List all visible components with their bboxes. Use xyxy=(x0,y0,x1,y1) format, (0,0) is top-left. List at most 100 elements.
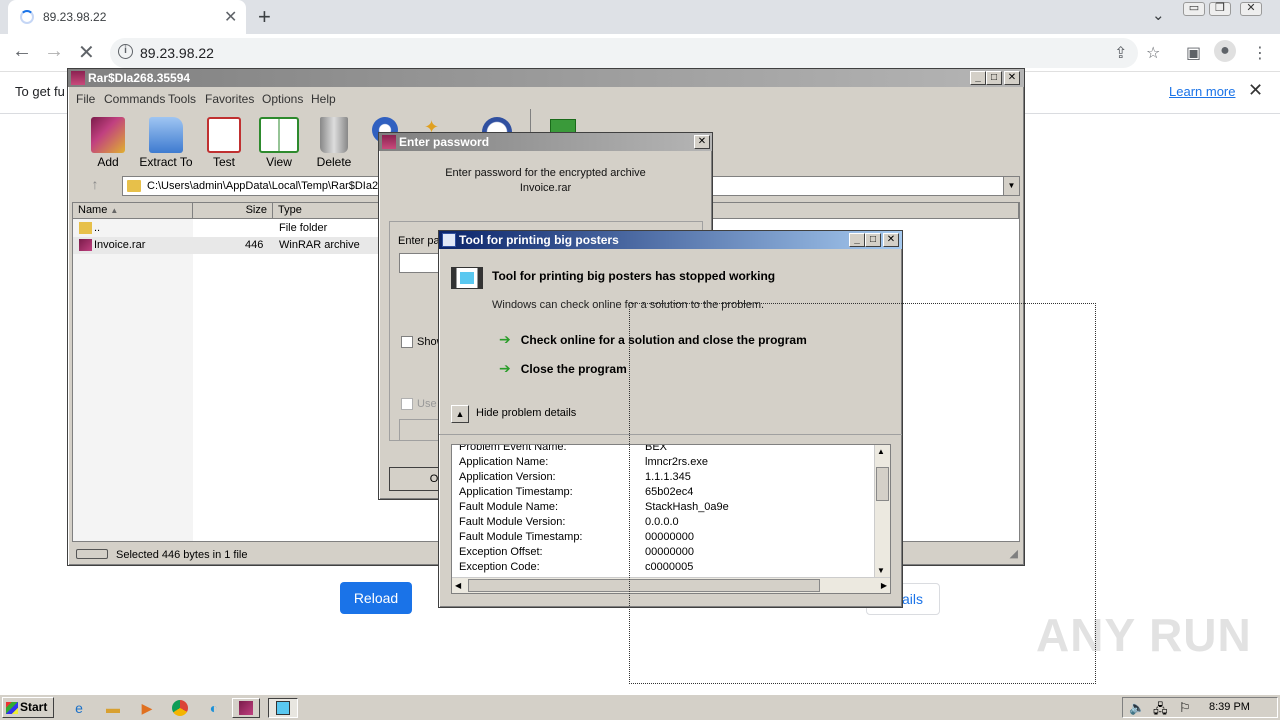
column-size[interactable]: Size xyxy=(193,203,273,219)
delete-button[interactable]: Delete xyxy=(302,117,366,169)
profile-icon[interactable]: ● xyxy=(1214,40,1236,62)
browser-tab-strip: 89.23.98.22 ✕ + ⌄ ▭ ❐ ✕ xyxy=(0,0,1280,34)
close-button[interactable]: ✕ xyxy=(1240,2,1262,16)
path-text: C:\Users\admin\AppData\Local\Temp\Rar$DI… xyxy=(147,180,385,192)
address-bar[interactable]: i 89.23.98.22 xyxy=(110,38,1138,68)
minimize-button[interactable]: _ xyxy=(849,233,865,247)
add-button[interactable]: Add xyxy=(76,117,140,169)
crash-titlebar[interactable]: Tool for printing big posters xyxy=(439,231,902,249)
tab-title: 89.23.98.22 xyxy=(43,10,107,24)
file-type: WinRAR archive xyxy=(279,239,360,251)
menu-file[interactable]: File xyxy=(76,92,95,106)
close-button[interactable]: ✕ xyxy=(1004,71,1020,85)
start-button[interactable]: Start xyxy=(2,697,54,718)
app-window-icon xyxy=(451,267,483,289)
close-program-option[interactable]: ➔ Close the program xyxy=(499,360,627,377)
winrar-icon xyxy=(382,135,396,149)
maximize-button[interactable]: □ xyxy=(986,71,1002,85)
chrome-icon[interactable] xyxy=(169,698,191,718)
menu-tools[interactable]: Tools xyxy=(168,92,196,106)
clock[interactable]: 8:39 PM xyxy=(1209,701,1250,713)
enter-password-label: Enter pa xyxy=(398,235,440,247)
delete-label: Delete xyxy=(316,155,352,169)
volume-icon[interactable]: 🔈 xyxy=(1129,700,1145,716)
browser-toolbar: ← → ✕ i 89.23.98.22 ⇪ ☆ ▣ ● ⋮ xyxy=(0,34,1280,72)
network-icon[interactable]: 🖧 xyxy=(1153,700,1168,720)
use-for-all-checkbox[interactable] xyxy=(401,398,413,410)
folder-icon xyxy=(79,222,92,234)
taskbar: Start e ▬ ▶ ◐ 🔈 🖧 ⚐ 8:39 PM xyxy=(0,694,1280,720)
new-tab-icon[interactable]: + xyxy=(258,4,271,30)
explorer-icon[interactable]: ▬ xyxy=(102,698,124,718)
drive-icon xyxy=(76,549,108,559)
book-icon xyxy=(259,117,299,153)
chevron-down-icon[interactable]: ▼ xyxy=(1003,177,1019,195)
restore-button[interactable]: ❐ xyxy=(1209,2,1231,16)
winrar-icon xyxy=(71,71,85,85)
browser-tab[interactable]: 89.23.98.22 ✕ xyxy=(8,0,246,34)
minimize-button[interactable]: ▭ xyxy=(1183,2,1205,16)
file-size: 446 xyxy=(245,239,264,251)
back-icon[interactable]: ← xyxy=(12,40,32,63)
menu-icon[interactable]: ⋮ xyxy=(1252,43,1268,63)
system-tray: 🔈 🖧 ⚐ 8:39 PM xyxy=(1122,697,1278,718)
menu-options[interactable]: Options xyxy=(262,92,303,106)
star-icon[interactable]: ☆ xyxy=(1146,43,1160,63)
status-text: Selected 446 bytes in 1 file xyxy=(116,549,248,561)
add-archive-icon xyxy=(91,117,125,153)
minimize-button[interactable]: _ xyxy=(970,71,986,85)
share-icon[interactable]: ⇪ xyxy=(1114,43,1127,63)
menu-help[interactable]: Help xyxy=(311,92,336,106)
add-label: Add xyxy=(97,155,119,169)
media-player-icon[interactable]: ▶ xyxy=(136,698,158,718)
winrar-taskbar-button[interactable] xyxy=(232,698,260,718)
up-folder-button[interactable]: ↑ xyxy=(80,176,110,196)
close-button[interactable]: ✕ xyxy=(883,233,899,247)
reload-button[interactable]: Reload xyxy=(340,582,412,614)
infobar-close-icon[interactable]: ✕ xyxy=(1248,80,1263,101)
loading-spinner-icon xyxy=(20,10,34,24)
file-row[interactable]: .. File folder xyxy=(73,220,383,237)
use-for-all-label: Use xyxy=(417,398,437,410)
extract-to-button[interactable]: Extract To xyxy=(134,117,198,169)
forward-icon[interactable]: → xyxy=(44,40,64,63)
winrar-titlebar[interactable]: Rar$DIa268.35594 xyxy=(68,69,1024,87)
hide-details-label: Hide problem details xyxy=(476,407,577,419)
crash-heading: Tool for printing big posters has stoppe… xyxy=(492,269,776,283)
password-prompt-line2: Invoice.rar xyxy=(519,182,572,194)
info-icon[interactable]: i xyxy=(118,44,133,59)
tab-close-icon[interactable]: ✕ xyxy=(224,7,237,27)
edge-icon[interactable]: ◐ xyxy=(203,698,225,718)
file-name: .. xyxy=(94,222,101,234)
url-text: 89.23.98.22 xyxy=(140,45,214,61)
menu-favorites[interactable]: Favorites xyxy=(205,92,254,106)
selection-rectangle xyxy=(629,303,1096,684)
folder-icon xyxy=(149,117,183,153)
rar-file-icon xyxy=(79,239,92,251)
crash-dialog-title: Tool for printing big posters xyxy=(459,233,619,247)
green-arrow-icon: ➔ xyxy=(499,331,511,347)
password-prompt-line1: Enter password for the encrypted archive xyxy=(445,167,646,179)
view-label: View xyxy=(266,155,292,169)
close-button[interactable]: ✕ xyxy=(694,135,710,149)
test-checklist-icon xyxy=(207,117,241,153)
app-icon xyxy=(442,233,456,247)
toggle-details-button[interactable]: ▲ xyxy=(451,405,469,423)
column-name[interactable]: Name ▲ xyxy=(73,203,193,219)
maximize-button[interactable]: □ xyxy=(865,233,881,247)
menu-commands[interactable]: Commands xyxy=(104,92,165,106)
crash-app-taskbar-button[interactable] xyxy=(268,698,298,718)
stop-icon[interactable]: ✕ xyxy=(78,40,95,65)
windows-flag-icon xyxy=(6,702,18,714)
winrar-menubar: File Commands Tools Favorites Options He… xyxy=(72,89,1020,109)
ie-icon[interactable]: e xyxy=(68,698,90,718)
side-panel-icon[interactable]: ▣ xyxy=(1186,43,1201,63)
password-titlebar[interactable]: Enter password xyxy=(379,133,712,151)
folder-icon xyxy=(127,180,141,192)
show-password-checkbox[interactable] xyxy=(401,336,413,348)
learn-more-link[interactable]: Learn more xyxy=(1169,84,1235,99)
chevron-down-icon[interactable]: ⌄ xyxy=(1152,6,1165,24)
flag-icon[interactable]: ⚐ xyxy=(1179,700,1191,716)
file-row[interactable]: Invoice.rar 446 WinRAR archive xyxy=(73,237,383,254)
scroll-left-icon[interactable]: ◀ xyxy=(455,581,461,590)
